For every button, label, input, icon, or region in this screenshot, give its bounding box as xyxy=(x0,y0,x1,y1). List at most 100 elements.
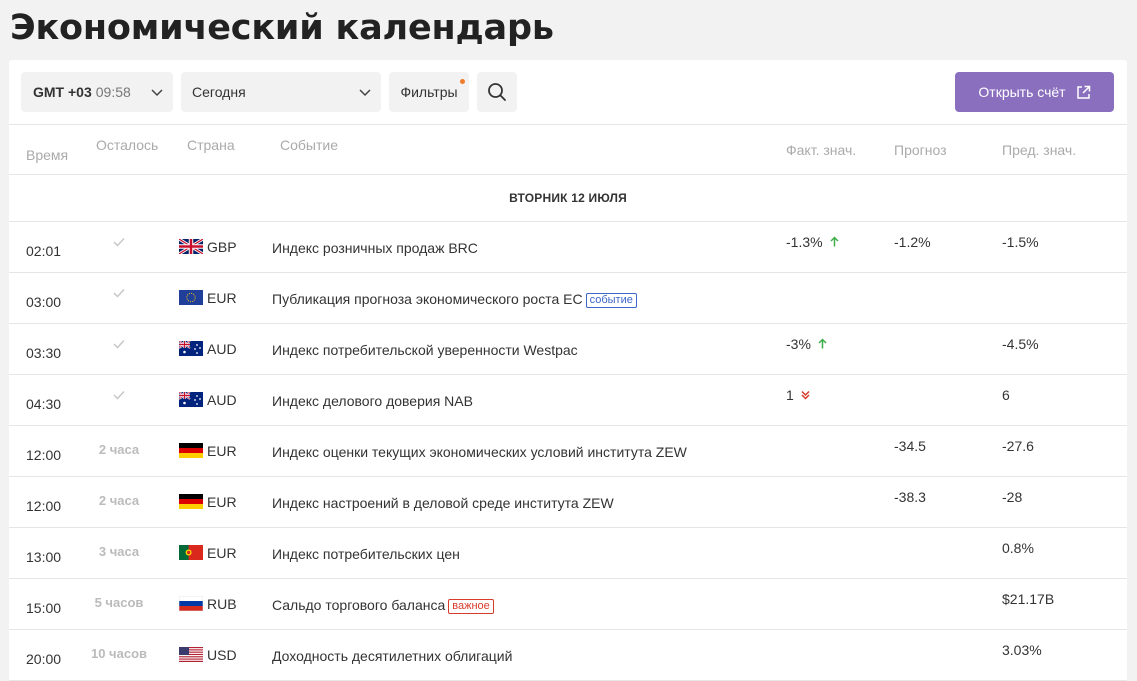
event-time: 12:00 xyxy=(26,498,62,514)
event-actual: -1.3% xyxy=(786,234,823,250)
event-name-cell[interactable]: Индекс потребительской уверенности Westp… xyxy=(272,342,578,358)
chevron-down-icon xyxy=(359,89,371,97)
event-remaining: 5 часов xyxy=(94,595,144,610)
event-name-cell[interactable]: Индекс настроений в деловой среде инстит… xyxy=(272,495,614,511)
table-row[interactable]: 15:00 5 часов RUB Сальдо торгового баланса в… xyxy=(9,579,1127,630)
event-previous: -1.5% xyxy=(1002,234,1039,250)
event-time: 15:00 xyxy=(26,600,62,616)
table-row[interactable]: 12:00 2 часа EUR Индекс настроений в делово… xyxy=(9,477,1127,528)
flag-au-icon xyxy=(179,341,203,356)
col-remaining: Осталось xyxy=(96,137,159,153)
event-time: 12:00 xyxy=(26,447,62,463)
event-forecast: -34.5 xyxy=(894,438,926,454)
external-link-icon xyxy=(1076,85,1090,99)
event-actual-cell: -3% xyxy=(786,336,827,352)
event-name: Индекс оценки текущих экономических усло… xyxy=(272,444,687,460)
table-row[interactable]: 02:01 GBP Индекс розничных продаж BRC -1.3%… xyxy=(9,222,1127,273)
table-row[interactable]: 12:00 2 часа EUR Индекс оценки текущих экон… xyxy=(9,426,1127,477)
timezone-label: GMT +03 xyxy=(33,84,92,100)
event-name: Индекс розничных продаж BRC xyxy=(272,240,478,256)
event-forecast: -1.2% xyxy=(894,234,931,250)
event-currency: AUD xyxy=(207,392,237,408)
flag-de-icon xyxy=(179,494,203,509)
event-name: Доходность десятилетних облигаций xyxy=(272,648,513,664)
event-currency: EUR xyxy=(207,290,237,306)
chevron-down-icon xyxy=(151,89,163,97)
event-actual-cell: 1 xyxy=(786,387,810,403)
event-previous: -4.5% xyxy=(1002,336,1039,352)
flag-pt-icon xyxy=(179,545,203,560)
event-name-cell[interactable]: Индекс оценки текущих экономических усло… xyxy=(272,444,687,460)
checkmark-icon xyxy=(69,286,169,301)
open-account-button[interactable]: Открыть счёт xyxy=(955,72,1114,112)
col-event: Событие xyxy=(280,137,338,153)
event-currency: EUR xyxy=(207,545,237,561)
event-time: 13:00 xyxy=(26,549,62,565)
search-button[interactable] xyxy=(477,72,517,112)
table-row[interactable]: 03:00 EUR Публикация прогноза экономическо… xyxy=(9,273,1127,324)
checkmark-icon xyxy=(69,337,169,352)
search-icon xyxy=(488,83,506,101)
event-tag-badge: событие xyxy=(585,293,637,308)
col-time: Время xyxy=(26,147,69,163)
event-previous: -27.6 xyxy=(1002,438,1034,454)
event-name-cell[interactable]: Индекс розничных продаж BRC xyxy=(272,240,478,256)
event-name: Индекс потребительской уверенности Westp… xyxy=(272,342,578,358)
event-actual: -3% xyxy=(786,336,811,352)
event-name: Индекс потребительских цен xyxy=(272,546,460,562)
timezone-time: 09:58 xyxy=(95,84,131,100)
double-chevron-down-icon xyxy=(801,387,810,403)
event-name: Индекс делового доверия NAB xyxy=(272,393,473,409)
checkmark-icon xyxy=(69,388,169,403)
event-currency: EUR xyxy=(207,443,237,459)
event-time: 04:30 xyxy=(26,396,62,412)
col-previous: Пред. знач. xyxy=(1002,142,1077,158)
event-name: Сальдо торгового баланса xyxy=(272,597,446,613)
event-remaining: 10 часов xyxy=(90,646,147,661)
flag-ru-icon xyxy=(179,596,203,611)
event-name-cell[interactable]: Индекс делового доверия NAB xyxy=(272,393,473,409)
event-time: 02:01 xyxy=(26,243,62,259)
event-name-cell[interactable]: Индекс потребительских цен xyxy=(272,546,460,562)
event-name-cell[interactable]: Сальдо торгового баланса важное xyxy=(272,597,494,614)
toolbar: GMT +03 09:58 Сегодня Фильтры Открыть сч… xyxy=(9,60,1127,124)
calendar-card: GMT +03 09:58 Сегодня Фильтры Открыть сч… xyxy=(9,60,1127,681)
event-previous: 0.8% xyxy=(1002,540,1034,556)
event-previous: -28 xyxy=(1002,489,1023,505)
event-currency: RUB xyxy=(207,596,237,612)
event-time: 20:00 xyxy=(26,651,62,667)
event-name-cell[interactable]: Доходность десятилетних облигаций xyxy=(272,648,512,664)
table-row[interactable]: 04:30 AUD Индекс делового доверия NAB 1 6 xyxy=(9,375,1127,426)
timezone-select[interactable]: GMT +03 09:58 xyxy=(21,72,173,112)
arrow-up-icon xyxy=(830,234,839,250)
checkmark-icon xyxy=(69,235,169,250)
event-currency: AUD xyxy=(207,341,237,357)
flag-de-icon xyxy=(179,443,203,458)
filters-label: Фильтры xyxy=(400,84,458,100)
event-name-cell[interactable]: Публикация прогноза экономического роста… xyxy=(272,291,637,308)
event-currency: GBP xyxy=(207,239,237,255)
col-country: Страна xyxy=(187,137,235,153)
filters-indicator-dot xyxy=(460,79,465,84)
day-select[interactable]: Сегодня xyxy=(181,72,381,112)
event-actual: 1 xyxy=(786,387,794,403)
event-name: Публикация прогноза экономического роста… xyxy=(272,291,583,307)
events-list: 02:01 GBP Индекс розничных продаж BRC -1.3%… xyxy=(9,222,1127,681)
event-name: Индекс настроений в деловой среде инстит… xyxy=(272,495,614,511)
event-remaining: 3 часа xyxy=(98,544,140,559)
important-tag-badge: важное xyxy=(448,599,494,614)
event-previous: 6 xyxy=(1002,387,1010,403)
table-row[interactable]: 13:00 3 часа EUR Индекс потребительских цен… xyxy=(9,528,1127,579)
event-previous: $21.17B xyxy=(1002,591,1055,607)
table-row[interactable]: 03:30 AUD Индекс потребительской увереннос… xyxy=(9,324,1127,375)
event-time: 03:30 xyxy=(26,345,62,361)
filters-button[interactable]: Фильтры xyxy=(389,72,469,112)
arrow-up-icon xyxy=(818,336,827,352)
event-currency: USD xyxy=(207,647,237,663)
event-remaining: 2 часа xyxy=(98,442,140,457)
table-row[interactable]: 20:00 10 часов USD Доходность десятилетних … xyxy=(9,630,1127,681)
event-actual-cell: -1.3% xyxy=(786,234,839,250)
flag-gb-icon xyxy=(179,239,203,254)
day-select-value: Сегодня xyxy=(192,84,246,100)
flag-us-icon xyxy=(179,647,203,662)
